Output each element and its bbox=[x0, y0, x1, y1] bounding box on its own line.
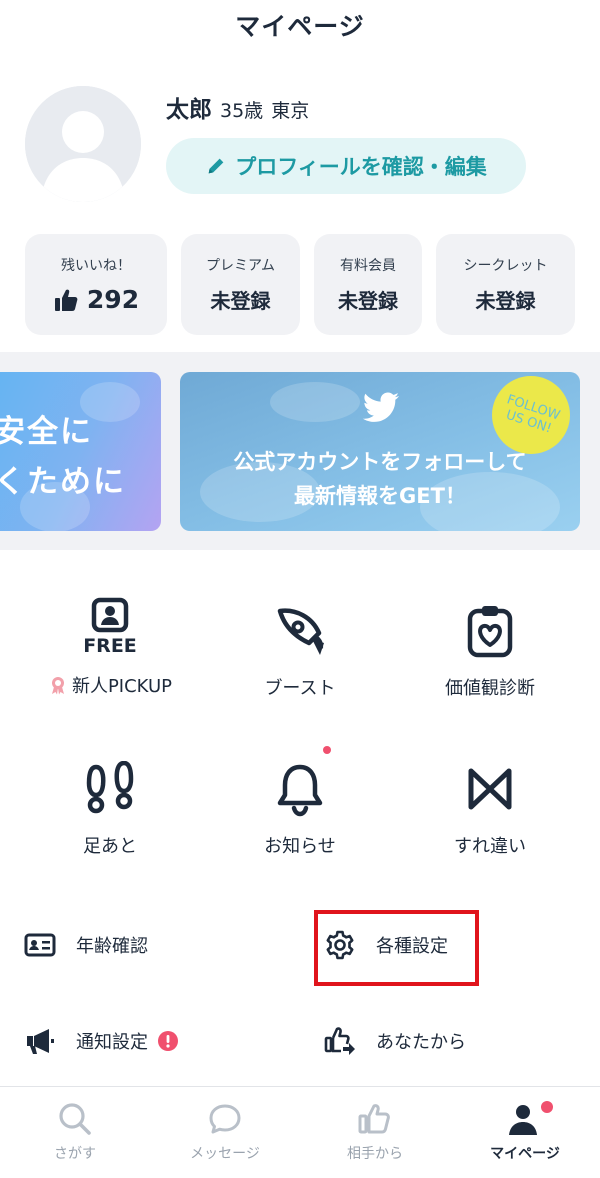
stat-card-likes[interactable]: 残いいね！ 292 bbox=[25, 234, 167, 335]
new-activity-dot bbox=[541, 1101, 553, 1113]
id-card-icon bbox=[24, 933, 56, 957]
banner-text: 最新情報をGET！ bbox=[294, 484, 466, 508]
safety-banner[interactable]: 安全に くために bbox=[0, 372, 161, 531]
tab-label: 相手から bbox=[347, 1146, 403, 1162]
tab-label: マイページ bbox=[490, 1146, 560, 1162]
avatar[interactable] bbox=[25, 86, 141, 202]
thumbs-up-icon bbox=[358, 1104, 390, 1134]
speech-bubble-icon bbox=[209, 1104, 241, 1134]
feature-values-diagnosis[interactable]: 価値観診断 bbox=[390, 596, 590, 700]
menu-label: あなたから bbox=[376, 1032, 466, 1053]
edit-profile-label: プロフィールを確認・編集 bbox=[235, 155, 487, 179]
profile-name: 太郎 bbox=[166, 97, 212, 123]
tab-from-partner[interactable]: 相手から bbox=[300, 1087, 450, 1178]
menu-notification-settings[interactable]: 通知設定 bbox=[24, 1016, 178, 1066]
tile-label: 新人PICKUP bbox=[71, 676, 173, 697]
stat-card-secret[interactable]: シークレット 未登録 bbox=[436, 234, 575, 335]
thumbs-up-icon bbox=[54, 289, 78, 311]
twitter-bird-icon bbox=[362, 392, 399, 422]
banner-text: くために bbox=[0, 464, 126, 500]
tab-label: さがす bbox=[54, 1146, 96, 1162]
thumbs-up-arrow-icon bbox=[324, 1027, 355, 1055]
twitter-follow-banner[interactable]: FOLLOW US ON! 公式アカウントをフォローして 最新情報をGET！ bbox=[180, 372, 580, 531]
tile-label: ブースト bbox=[264, 678, 336, 699]
stat-value: 292 bbox=[53, 285, 139, 314]
pencil-icon bbox=[208, 158, 224, 174]
bell-icon bbox=[270, 746, 331, 824]
stat-value: 未登録 bbox=[210, 289, 271, 313]
feature-boost[interactable]: ブースト bbox=[200, 596, 400, 700]
person-icon bbox=[507, 1101, 553, 1137]
menu-label: 通知設定 bbox=[76, 1032, 148, 1053]
stat-label: シークレット bbox=[463, 258, 548, 274]
banner-text: 安全に bbox=[0, 414, 93, 450]
rocket-icon bbox=[270, 596, 330, 666]
profile-location: 東京 bbox=[271, 100, 310, 122]
menu-age-verification[interactable]: 年齢確認 bbox=[24, 920, 148, 970]
page-title: マイページ bbox=[235, 12, 365, 41]
search-icon bbox=[59, 1103, 91, 1135]
stat-label: 残いいね！ bbox=[61, 258, 131, 274]
new-notification-dot bbox=[323, 746, 331, 754]
feature-passing-by[interactable]: すれ違い bbox=[390, 754, 590, 858]
stat-label: 有料会員 bbox=[340, 258, 396, 274]
follow-badge-text: FOLLOW US ON! bbox=[503, 392, 562, 437]
tab-messages[interactable]: メッセージ bbox=[150, 1087, 300, 1178]
alert-icon bbox=[158, 1031, 178, 1051]
footprints-icon bbox=[80, 754, 140, 824]
stat-card-paid-member[interactable]: 有料会員 未登録 bbox=[314, 234, 422, 335]
highlight-box bbox=[314, 910, 479, 986]
menu-from-you[interactable]: あなたから bbox=[324, 1016, 466, 1066]
stat-value: 未登録 bbox=[338, 289, 398, 313]
award-ribbon-icon bbox=[51, 677, 64, 695]
profile-summary: 太郎 35歳 東京 bbox=[166, 90, 317, 124]
megaphone-icon bbox=[27, 1029, 54, 1054]
tile-label: 足あと bbox=[83, 836, 137, 857]
feature-footprints[interactable]: 足あと bbox=[10, 754, 210, 858]
crossing-paths-icon bbox=[460, 754, 520, 824]
feature-new-pickup[interactable]: FREE 新人PICKUP bbox=[10, 596, 210, 698]
default-avatar-icon bbox=[25, 86, 141, 202]
stat-card-premium[interactable]: プレミアム 未登録 bbox=[181, 234, 300, 335]
profile-age: 35歳 bbox=[220, 100, 264, 122]
banner-text: 公式アカウントをフォローして bbox=[233, 450, 527, 474]
tab-my-page[interactable]: マイページ bbox=[450, 1087, 600, 1178]
header: マイページ bbox=[0, 0, 600, 50]
clipboard-heart-icon bbox=[460, 596, 520, 666]
bottom-tab-bar: さがす メッセージ 相手から マイページ bbox=[0, 1086, 600, 1178]
tile-label: お知らせ bbox=[264, 836, 336, 857]
free-icon-text: FREE bbox=[83, 635, 137, 657]
tab-label: メッセージ bbox=[190, 1146, 260, 1162]
stat-value: 未登録 bbox=[475, 289, 536, 313]
tab-search[interactable]: さがす bbox=[0, 1087, 150, 1178]
follow-us-badge: FOLLOW US ON! bbox=[492, 376, 570, 454]
tile-label: すれ違い bbox=[454, 836, 526, 857]
stat-label: プレミアム bbox=[205, 258, 276, 274]
tile-label: 価値観診断 bbox=[445, 678, 535, 699]
edit-profile-button[interactable]: プロフィールを確認・編集 bbox=[166, 138, 526, 194]
feature-notifications[interactable]: お知らせ bbox=[200, 746, 400, 858]
free-profile-icon: FREE bbox=[80, 596, 140, 666]
likes-count: 292 bbox=[86, 285, 140, 314]
menu-label: 年齢確認 bbox=[76, 936, 148, 957]
